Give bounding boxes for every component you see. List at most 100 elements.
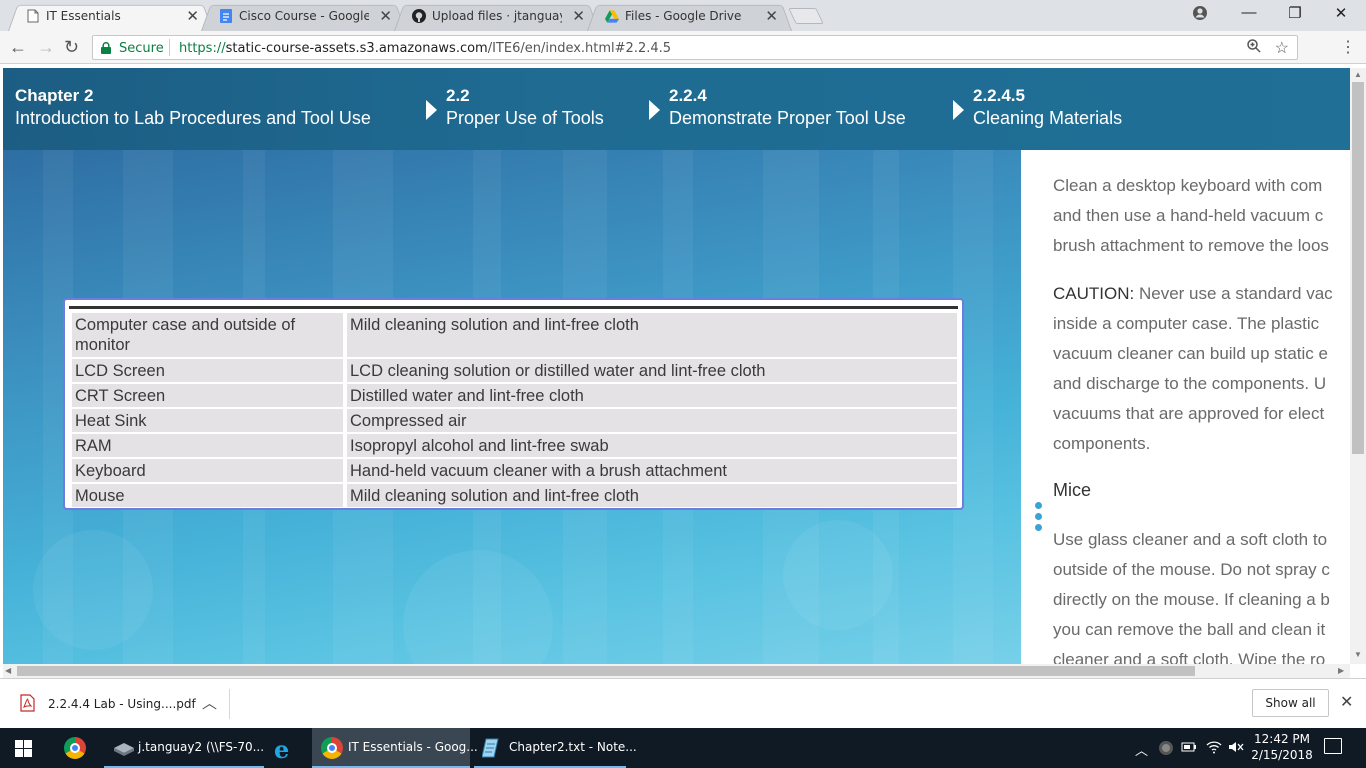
table-cell-item: Heat Sink bbox=[72, 409, 343, 432]
breadcrumb-page[interactable]: 2.2.4.5 Cleaning Materials bbox=[973, 86, 1122, 130]
new-tab-button[interactable] bbox=[788, 8, 824, 24]
horizontal-scrollbar[interactable]: ◀ ▶ bbox=[3, 664, 1350, 678]
download-item[interactable]: 2.2.4.4 Lab - Using....pdf ︿ bbox=[14, 689, 230, 719]
paragraph-line: vacuum cleaner can build up static e bbox=[1053, 344, 1328, 363]
breadcrumb-topic[interactable]: 2.2.4 Demonstrate Proper Tool Use bbox=[669, 86, 906, 130]
volume-muted-icon[interactable] bbox=[1228, 740, 1244, 757]
show-all-downloads-button[interactable]: Show all bbox=[1252, 689, 1329, 717]
taskbar-file-explorer[interactable]: j.tanguay2 (\\FS-70... bbox=[104, 728, 264, 768]
wifi-icon[interactable] bbox=[1206, 740, 1222, 757]
chevron-up-icon[interactable]: ︿ bbox=[1135, 740, 1148, 759]
clock-time: 12:42 PM bbox=[1254, 732, 1310, 746]
caution-label: CAUTION: bbox=[1053, 284, 1135, 303]
close-tab-icon[interactable]: ✕ bbox=[186, 7, 199, 25]
close-tab-icon[interactable]: ✕ bbox=[572, 7, 585, 25]
text-panel: Clean a desktop keyboard with com and th… bbox=[1021, 150, 1350, 664]
breadcrumb-name: Cleaning Materials bbox=[973, 108, 1123, 128]
breadcrumb-arrow-icon bbox=[649, 100, 660, 120]
chrome-icon bbox=[64, 737, 86, 759]
antivirus-icon[interactable] bbox=[1158, 740, 1174, 759]
panel-resize-handle[interactable] bbox=[1035, 502, 1043, 536]
forward-arrow-icon[interactable]: → bbox=[37, 37, 55, 58]
horizontal-scroll-thumb[interactable] bbox=[17, 666, 1195, 676]
action-center-icon[interactable] bbox=[1324, 738, 1342, 754]
close-shelf-icon[interactable]: ✕ bbox=[1340, 692, 1353, 712]
breadcrumb-chapter[interactable]: Chapter 2 Introduction to Lab Procedures… bbox=[15, 86, 371, 130]
breadcrumb-section[interactable]: 2.2 Proper Use of Tools bbox=[446, 86, 604, 130]
tab-upload-files[interactable]: Upload files · jtanguay2/ ✕ bbox=[394, 2, 599, 31]
minimize-button[interactable]: — bbox=[1226, 4, 1272, 26]
caution-line: CAUTION: Never use a standard vac bbox=[1053, 279, 1350, 309]
table-cell-item: LCD Screen bbox=[72, 359, 343, 382]
network-drive-icon bbox=[112, 740, 136, 761]
pdf-file-icon bbox=[20, 694, 35, 712]
taskbar-item-label: j.tanguay2 (\\FS-70... bbox=[138, 740, 265, 754]
taskbar-item-label: Chapter2.txt - Note... bbox=[509, 740, 637, 754]
paragraph-line: and discharge to the components. U bbox=[1053, 374, 1327, 393]
taskbar-ie-pinned[interactable]: e bbox=[268, 728, 306, 768]
close-tab-icon[interactable]: ✕ bbox=[379, 7, 392, 25]
reload-icon[interactable]: ↻ bbox=[64, 37, 79, 58]
tab-title: Upload files · jtanguay2/ bbox=[432, 9, 562, 23]
back-arrow-icon[interactable]: ← bbox=[9, 37, 27, 58]
paragraph-line: and then use a hand-held vacuum c bbox=[1053, 206, 1324, 225]
taskbar-chrome-window[interactable]: IT Essentials - Goog... bbox=[312, 728, 478, 768]
close-window-button[interactable]: ✕ bbox=[1318, 4, 1364, 26]
chevron-up-icon[interactable]: ︿ bbox=[202, 692, 217, 713]
table-row: Heat Sink Compressed air bbox=[72, 409, 957, 432]
breadcrumb-name: Demonstrate Proper Tool Use bbox=[669, 108, 906, 128]
paragraph-line: Use glass cleaner and a soft cloth to bbox=[1053, 530, 1328, 549]
url-text[interactable]: https://static-course-assets.s3.amazonaw… bbox=[179, 41, 671, 56]
zoom-icon[interactable] bbox=[1247, 39, 1261, 56]
bookmark-star-icon[interactable]: ☆ bbox=[1275, 38, 1289, 58]
scroll-right-icon[interactable]: ▶ bbox=[1338, 666, 1344, 675]
table-cell-material: LCD cleaning solution or distilled water… bbox=[347, 359, 957, 382]
table-row: RAM Isopropyl alcohol and lint-free swab bbox=[72, 434, 957, 457]
system-clock[interactable]: 12:42 PM 2/15/2018 bbox=[1248, 731, 1316, 763]
battery-icon[interactable] bbox=[1181, 740, 1197, 757]
windows-start-icon[interactable] bbox=[15, 740, 32, 762]
url-protocol: https:// bbox=[179, 41, 226, 56]
tab-google-drive[interactable]: Files - Google Drive ✕ bbox=[587, 2, 792, 31]
profile-icon[interactable] bbox=[1192, 5, 1208, 26]
github-icon bbox=[412, 9, 426, 23]
table-row: CRT Screen Distilled water and lint-free… bbox=[72, 384, 957, 407]
scroll-up-icon[interactable]: ▲ bbox=[1354, 70, 1362, 79]
table-row: LCD Screen LCD cleaning solution or dist… bbox=[72, 359, 957, 382]
browser-menu-icon[interactable]: ⋮ bbox=[1340, 37, 1356, 57]
clock-date: 2/15/2018 bbox=[1251, 748, 1313, 762]
paragraph-line: vacuums that are approved for elect bbox=[1053, 404, 1325, 423]
table-cell-material: Compressed air bbox=[347, 409, 957, 432]
scroll-down-icon[interactable]: ▼ bbox=[1354, 650, 1362, 659]
table-cell-item: Computer case and outside of monitor bbox=[72, 313, 343, 357]
breadcrumb-name: Introduction to Lab Procedures and Tool … bbox=[15, 108, 371, 128]
table-cell-material: Mild cleaning solution and lint-free clo… bbox=[347, 313, 957, 357]
taskbar-chrome-pinned[interactable] bbox=[56, 728, 94, 768]
breadcrumb-number: 2.2.4.5 bbox=[973, 86, 1025, 105]
vertical-scroll-thumb[interactable] bbox=[1352, 82, 1364, 454]
paragraph-line: you can remove the ball and clean it bbox=[1053, 620, 1326, 639]
table-cell-item: Keyboard bbox=[72, 459, 343, 482]
table-cell-material: Isopropyl alcohol and lint-free swab bbox=[347, 434, 957, 457]
close-tab-icon[interactable]: ✕ bbox=[765, 7, 778, 25]
cleaning-materials-table-card: Computer case and outside of monitor Mil… bbox=[63, 298, 964, 510]
table-cell-material: Mild cleaning solution and lint-free clo… bbox=[347, 484, 957, 507]
paragraph-line: Clean a desktop keyboard with com bbox=[1053, 176, 1323, 195]
internet-explorer-icon: e bbox=[274, 735, 290, 764]
paragraph-line: components. bbox=[1053, 434, 1151, 453]
notepad-icon bbox=[481, 737, 502, 764]
scroll-left-icon[interactable]: ◀ bbox=[5, 666, 11, 675]
browser-toolbar: ← → ↻ Secure https://static-course-asset… bbox=[0, 31, 1366, 64]
address-bar[interactable]: Secure https://static-course-assets.s3.a… bbox=[92, 35, 1298, 60]
google-docs-icon bbox=[219, 9, 233, 23]
taskbar-notepad[interactable]: Chapter2.txt - Note... bbox=[474, 728, 637, 768]
vertical-scrollbar[interactable]: ▲ ▼ bbox=[1350, 68, 1366, 664]
restore-button[interactable]: ❐ bbox=[1272, 4, 1318, 26]
tab-title: Files - Google Drive bbox=[625, 9, 742, 23]
tab-cisco-course-doc[interactable]: Cisco Course - Google Do ✕ bbox=[201, 2, 406, 31]
table-cell-item: RAM bbox=[72, 434, 343, 457]
paragraph-line: brush attachment to remove the loos bbox=[1053, 236, 1329, 255]
tab-it-essentials[interactable]: IT Essentials ✕ bbox=[8, 2, 213, 31]
chrome-icon bbox=[321, 737, 343, 759]
media-stage: Computer case and outside of monitor Mil… bbox=[3, 150, 1021, 664]
